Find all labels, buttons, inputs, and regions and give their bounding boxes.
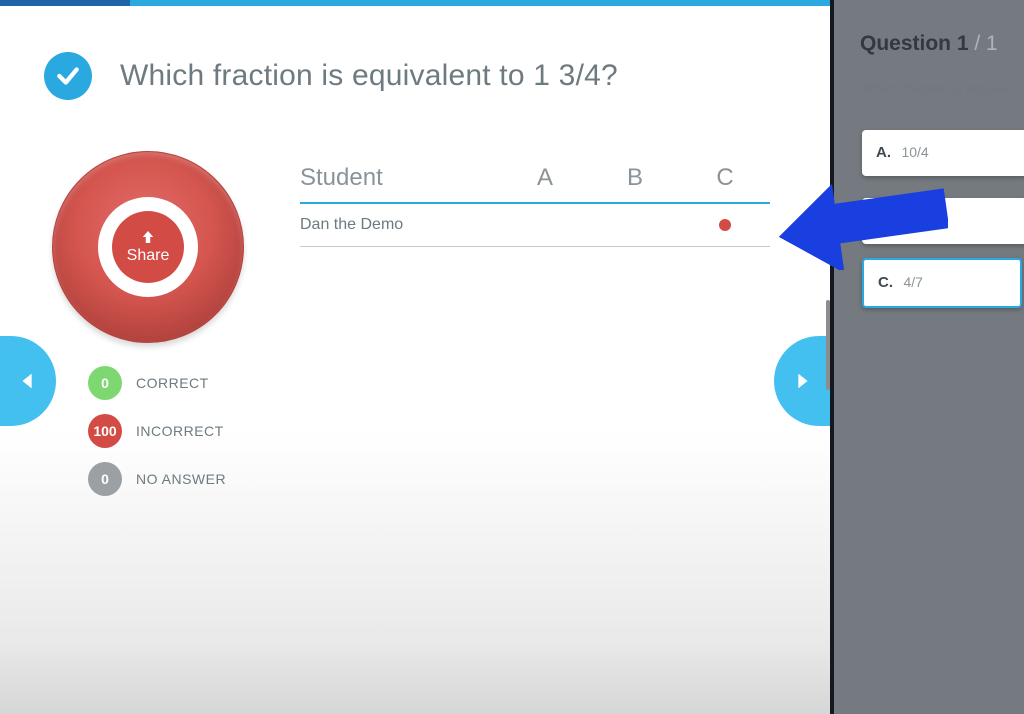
legend-correct-label: CORRECT (136, 375, 209, 391)
share-dial[interactable]: Share (52, 151, 244, 343)
col-c: C (680, 164, 770, 192)
table-row[interactable]: Dan the Demo (300, 204, 770, 247)
chevron-right-icon (791, 368, 813, 394)
student-name: Dan the Demo (300, 216, 500, 234)
device-option-a[interactable]: A. 10/4 (862, 130, 1024, 176)
prev-question-button[interactable] (0, 336, 56, 426)
device-option-b[interactable]: B. 7/4 (862, 198, 1024, 244)
device-question-text: Which fraction is equival (860, 80, 1011, 96)
share-ring: Share (98, 197, 198, 297)
option-letter: C. (878, 274, 893, 291)
checkmark-icon (44, 52, 92, 100)
legend-correct: 0 CORRECT (88, 366, 226, 400)
question-title: Which fraction is equivalent to 1 3/4? (120, 59, 618, 93)
table-header-row: Student A B C (300, 164, 770, 204)
cell-c (680, 219, 770, 231)
answer-dot-incorrect (719, 219, 731, 231)
results-panel: Which fraction is equivalent to 1 3/4? S… (0, 6, 830, 714)
legend-incorrect: 100 INCORRECT (88, 414, 226, 448)
option-letter: B. (876, 212, 891, 229)
legend-noanswer-badge: 0 (88, 462, 122, 496)
device-question-number: Question 1 / 1 (860, 32, 998, 56)
col-a: A (500, 164, 590, 192)
legend-incorrect-label: INCORRECT (136, 423, 224, 439)
legend-noanswer: 0 NO ANSWER (88, 462, 226, 496)
legend: 0 CORRECT 100 INCORRECT 0 NO ANSWER (88, 366, 226, 496)
legend-correct-badge: 0 (88, 366, 122, 400)
next-question-button[interactable] (774, 336, 830, 426)
question-header: Which fraction is equivalent to 1 3/4? (44, 52, 618, 100)
student-device-preview: Question 1 / 1 Which fraction is equival… (830, 0, 1024, 714)
device-option-c-selected[interactable]: C. 4/7 (862, 258, 1022, 308)
legend-noanswer-label: NO ANSWER (136, 471, 226, 487)
student-table: Student A B C Dan the Demo (300, 164, 770, 247)
share-label: Share (127, 247, 170, 265)
col-student: Student (300, 164, 500, 192)
option-text: 4/7 (903, 274, 922, 290)
option-letter: A. (876, 144, 891, 161)
upload-icon (139, 229, 157, 245)
option-text: 7/4 (901, 212, 920, 228)
option-text: 10/4 (901, 144, 928, 160)
share-button[interactable]: Share (112, 211, 184, 283)
col-b: B (590, 164, 680, 192)
chevron-left-icon (17, 368, 39, 394)
legend-incorrect-badge: 100 (88, 414, 122, 448)
